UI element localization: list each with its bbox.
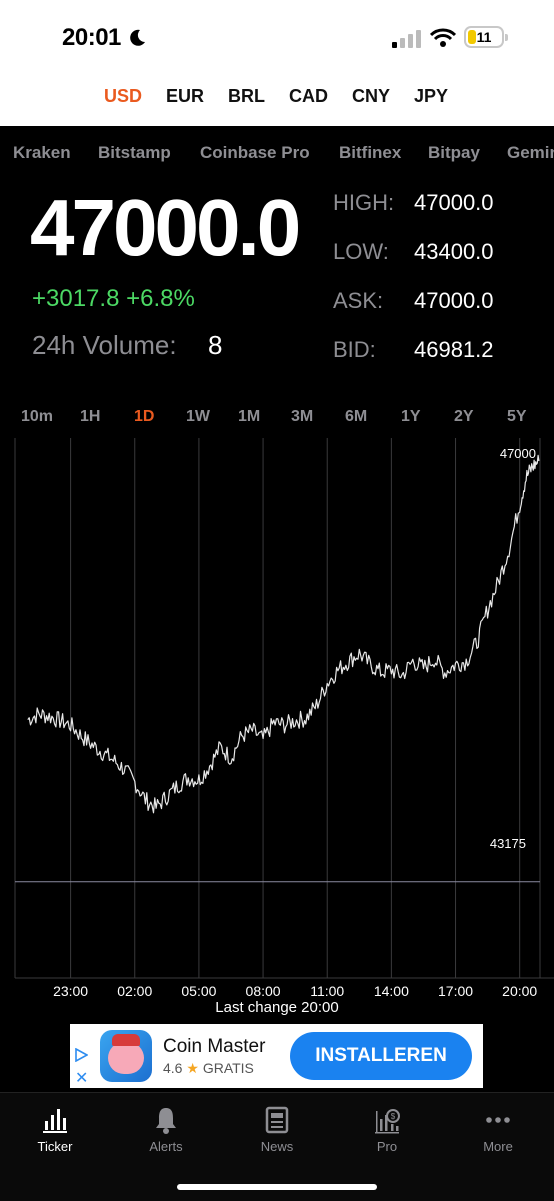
app-icon: [100, 1030, 152, 1082]
currency-eur[interactable]: EUR: [166, 86, 204, 107]
price-line: [27, 454, 540, 814]
range-1m[interactable]: 1M: [238, 408, 260, 426]
range-tabs: 10m 1H 1D 1W 1M 3M 6M 1Y 2Y 5Y: [0, 408, 554, 430]
range-10m[interactable]: 10m: [21, 408, 53, 426]
star-icon: ★: [186, 1060, 199, 1076]
range-1d[interactable]: 1D: [134, 408, 154, 426]
more-dots-icon: [486, 1117, 510, 1123]
battery-level: 11: [476, 29, 492, 45]
x-tick-label: 02:00: [117, 983, 152, 999]
currency-brl[interactable]: BRL: [228, 86, 265, 107]
signal-icon: [392, 30, 421, 48]
x-tick-label: 14:00: [374, 983, 409, 999]
tab-more[interactable]: More: [458, 1105, 538, 1154]
bid-value: 46981.2: [414, 337, 494, 362]
pro-chart-icon: $: [375, 1109, 400, 1134]
svg-text:$: $: [391, 1112, 396, 1121]
volume-label: 24h Volume:: [32, 330, 177, 360]
exchange-bitstamp[interactable]: Bitstamp: [98, 143, 171, 163]
price-change: +3017.8 +6.8%: [32, 285, 195, 312]
newspaper-icon: [265, 1106, 289, 1134]
range-2y[interactable]: 2Y: [454, 408, 474, 426]
install-button[interactable]: INSTALLEREN: [290, 1032, 472, 1080]
range-6m[interactable]: 6M: [345, 408, 367, 426]
x-tick-label: 11:00: [310, 983, 344, 999]
ask-label: ASK:: [333, 288, 384, 313]
battery-icon: 11: [464, 26, 508, 48]
ad-price: GRATIS: [202, 1060, 254, 1076]
range-1w[interactable]: 1W: [186, 408, 210, 426]
exchange-bitfinex[interactable]: Bitfinex: [339, 143, 401, 163]
low-label: LOW:: [333, 239, 389, 264]
x-tick-label: 05:00: [181, 983, 216, 999]
low-value: 43400.0: [414, 239, 494, 264]
volume-value: 8: [208, 330, 223, 360]
price-chart[interactable]: 23:00 02:00 05:00 08:00 11:00 14:00 17:00 20:00…: [0, 438, 554, 1000]
status-bar: 20:01 11: [0, 24, 554, 54]
top-header: 20:01 11 USD EUR BRL CAD CNY JPY: [0, 0, 554, 126]
tab-label: Alerts: [149, 1139, 183, 1154]
currency-jpy[interactable]: JPY: [414, 86, 448, 107]
range-3m[interactable]: 3M: [291, 408, 313, 426]
home-indicator: [177, 1184, 377, 1190]
range-1y[interactable]: 1Y: [401, 408, 421, 426]
high-label: HIGH:: [333, 190, 395, 215]
exchange-kraken[interactable]: Kraken: [13, 143, 71, 163]
range-1h[interactable]: 1H: [80, 408, 100, 426]
x-tick-label: 20:00: [502, 983, 537, 999]
wifi-icon: [430, 28, 456, 47]
ad-subtitle: 4.6 ★ GRATIS: [163, 1060, 254, 1077]
range-5y[interactable]: 5Y: [507, 408, 527, 426]
moon-icon: [130, 29, 145, 46]
currency-cny[interactable]: CNY: [352, 86, 390, 107]
exchange-bitpay[interactable]: Bitpay: [428, 143, 480, 163]
ad-title: Coin Master: [163, 1036, 266, 1057]
current-price: 47000.0: [30, 183, 301, 272]
tab-label: More: [483, 1139, 513, 1154]
tab-label: Ticker: [37, 1139, 73, 1154]
ad-rating: 4.6: [163, 1060, 183, 1076]
currency-cad[interactable]: CAD: [289, 86, 328, 107]
currency-usd[interactable]: USD: [104, 86, 142, 107]
tab-pro[interactable]: $ Pro: [347, 1105, 427, 1154]
ad-banner[interactable]: ✕ Coin Master 4.6 ★ GRATIS INSTALLEREN: [70, 1024, 483, 1088]
exchange-tabs: Kraken Bitstamp Coinbase Pro Bitfinex Bi…: [0, 143, 554, 167]
ask-value: 47000.0: [414, 288, 494, 313]
high-value: 47000.0: [414, 190, 494, 215]
currency-tabs: USD EUR BRL CAD CNY JPY: [0, 86, 554, 110]
tab-ticker[interactable]: Ticker: [15, 1105, 95, 1154]
x-tick-label: 23:00: [53, 983, 88, 999]
tab-label: News: [260, 1139, 294, 1154]
tab-news[interactable]: News: [237, 1105, 317, 1154]
ad-close-icon[interactable]: ✕: [75, 1068, 88, 1088]
tab-alerts[interactable]: Alerts: [126, 1105, 206, 1154]
y-tick-label: 43175: [490, 836, 526, 851]
y-tick-label: 47000: [500, 446, 536, 461]
tab-label: Pro: [376, 1139, 398, 1154]
exchange-gemini[interactable]: Gemini: [507, 143, 554, 163]
x-tick-label: 08:00: [246, 983, 281, 999]
bell-icon: [156, 1108, 176, 1134]
bar-chart-icon: [43, 1109, 67, 1133]
x-tick-label: 17:00: [438, 983, 473, 999]
last-change: Last change 20:00: [215, 999, 339, 1016]
exchange-coinbase-pro[interactable]: Coinbase Pro: [200, 143, 310, 163]
bid-label: BID:: [333, 337, 376, 362]
status-time: 20:01: [62, 24, 121, 51]
ad-choices-icon[interactable]: [74, 1048, 88, 1062]
